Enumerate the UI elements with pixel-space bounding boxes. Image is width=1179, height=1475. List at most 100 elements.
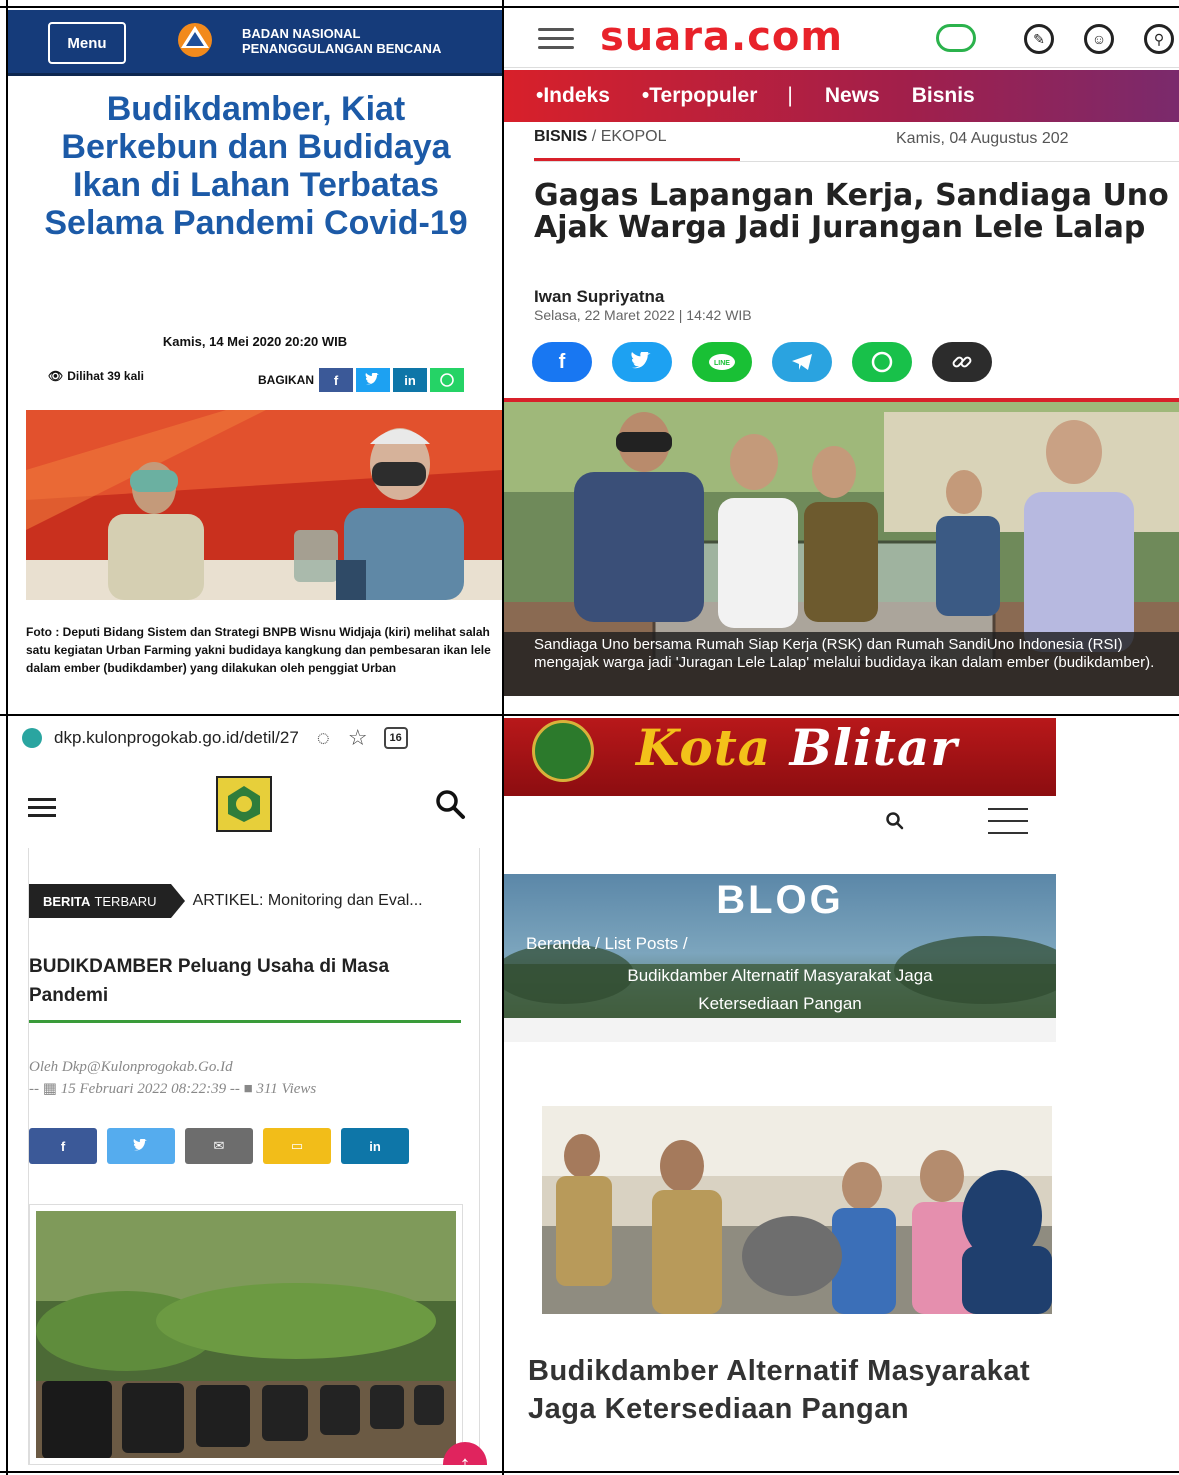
article-title: BUDIKDAMBER Peluang Usaha di Masa Pandem… [29,956,390,1006]
org-name-line2: PENANGGULANGAN BENCANA [242,41,442,56]
author-name[interactable]: Iwan Supriyatna [534,287,664,307]
kotablitar-article-panel: Kota Blitar BLOG Beranda / List Posts / … [504,718,1179,1465]
suara-topbar: suara.com ✎ ☺ ⚲ [504,10,1179,68]
meta-author: Oleh Dkp@Kulonprogokab.Go.Id [29,1059,233,1075]
site-logo[interactable]: suara.com [600,14,843,60]
share-bar: BAGIKAN f in [258,368,464,392]
article-title: Gagas Lapangan Kerja, Sandiaga Uno Ajak … [534,178,1169,245]
site-header [8,766,502,848]
nav-item-indeks[interactable]: •Indeks [536,84,610,108]
svg-text:LINE: LINE [714,360,730,367]
tab-count-badge[interactable]: 16 [383,727,408,749]
article-date: Kamis, 14 Mei 2020 20:20 WIB [162,334,348,349]
linkedin-share-button[interactable]: in [393,368,427,392]
facebook-icon[interactable]: f [532,342,592,382]
view-count-text: Dilihat 39 kali [67,369,144,383]
nav-item-bisnis[interactable]: Bisnis [912,84,975,108]
live-pill-icon[interactable] [936,24,976,52]
grid-line-left [6,0,8,1475]
nav-separator: | [787,84,793,107]
hamburger-menu-icon[interactable] [988,808,1028,836]
bnpb-article-panel: Menu BADAN NASIONAL PENANGGULANGAN BENCA… [8,10,502,712]
kulonprogo-article-panel: dkp.kulonprogokab.go.id/detil/27 ◌ ☆ 16 … [8,718,502,1465]
search-icon[interactable]: ⚲ [1144,24,1174,54]
twitter-icon[interactable] [612,342,672,382]
facebook-share-button[interactable]: f [29,1128,97,1164]
twitter-icon [133,1139,147,1151]
share-label: BAGIKAN [258,373,314,387]
telegram-icon[interactable] [772,342,832,382]
breadcrumb: BISNIS / EKOPOL [534,128,667,145]
grid-line-bottom [0,1471,1179,1473]
link-icon[interactable] [932,342,992,382]
calendar-icon: ▦ [42,1081,57,1097]
nav-item-news[interactable]: News [825,84,880,108]
user-icon[interactable]: ☺ [1084,24,1114,54]
breadcrumb[interactable]: Beranda / List Posts / [526,934,688,954]
whatsapp-share-button[interactable] [430,368,464,392]
ticker-headline[interactable]: ARTIKEL: Monitoring dan Eval... [193,892,423,910]
browser-address-bar[interactable]: dkp.kulonprogokab.go.id/detil/27 ◌ ☆ 16 [8,718,502,758]
article-photo [542,1106,1052,1314]
site-security-icon [22,728,42,748]
sms-share-button[interactable]: ▭ [263,1128,331,1164]
email-share-button[interactable]: ✉ [185,1128,253,1164]
twitter-icon [365,373,379,385]
breadcrumb-section[interactable]: BISNIS [534,128,587,145]
publish-date: Selasa, 22 Maret 2022 | 14:42 WIB [534,307,752,323]
reload-icon[interactable]: ◌ [317,725,330,751]
line-icon[interactable]: LINE [692,342,752,382]
org-name: BADAN NASIONAL PENANGGULANGAN BENCANA [242,26,441,56]
whatsapp-icon [440,373,454,387]
url-text[interactable]: dkp.kulonprogokab.go.id/detil/27 [54,728,299,748]
facebook-share-button[interactable]: f [319,368,353,392]
four-panel-collage: Menu BADAN NASIONAL PENANGGULANGAN BENCA… [0,0,1179,1475]
hamburger-menu-icon[interactable] [538,28,574,50]
section-spacer [504,1018,1056,1042]
hero-title: BLOG [716,878,844,922]
toolbar [504,796,1056,850]
page-hero: BLOG Beranda / List Posts / Budikdamber … [504,874,1056,1018]
bnpb-logo-icon [178,23,212,68]
site-name[interactable]: Kota Blitar [636,718,958,777]
site-logo[interactable] [216,776,272,832]
divider [534,161,1179,162]
document-icon: ■ [243,1081,253,1097]
linkedin-share-button[interactable]: in [341,1128,409,1164]
twitter-share-button[interactable] [107,1128,175,1164]
org-name-line1: BADAN NASIONAL [242,26,361,41]
eye-icon: 👁 [48,369,64,383]
article-photo [29,1204,463,1465]
search-icon[interactable] [884,810,906,832]
meta-views: 311 Views [256,1081,317,1097]
nav-item-terpopuler[interactable]: •Terpopuler [642,84,757,108]
article-photo [26,410,502,600]
ticker-badge-bold: BERITA [43,893,91,909]
hamburger-menu-icon[interactable] [28,798,56,818]
bookmark-star-icon[interactable]: ☆ [348,725,368,751]
category-nav: •Indeks •Terpopuler | News Bisnis [504,70,1179,122]
article-title: Budikdamber, Kiat Berkebun dan Budidaya … [44,90,468,242]
breadcrumb-subsection[interactable]: EKOPOL [601,128,667,145]
site-name-part2: Blitar [789,718,958,777]
article-title: Budikdamber Alternatif Masyarakat Jaga K… [528,1355,1031,1425]
ticker-badge-rest: TERBARU [94,893,157,909]
article-meta: Oleh Dkp@Kulonprogokab.Go.Id -- ▦ 15 Feb… [29,1056,316,1100]
search-icon[interactable] [432,786,468,822]
share-bar: f ✉ ▭ in [29,1128,409,1164]
suara-article-panel: suara.com ✎ ☺ ⚲ •Indeks •Terpopuler | Ne… [504,10,1179,712]
grid-line-top [0,6,1179,8]
emblem-icon [228,786,260,822]
photo-caption: Sandiaga Uno bersama Rumah Siap Kerja (R… [504,632,1179,696]
edit-icon[interactable]: ✎ [1024,24,1054,54]
meta-date: 15 Februari 2022 08:22:39 [60,1081,227,1097]
city-emblem-icon [532,720,594,782]
article-body: BERITA TERBARU ARTIKEL: Monitoring dan E… [28,848,487,1465]
grid-line-horizontal [0,714,1179,716]
share-bar: f LINE [532,342,992,382]
site-banner: Kota Blitar [504,718,1056,796]
menu-button[interactable]: Menu [48,22,126,64]
view-count: 👁 Dilihat 39 kali [48,369,144,383]
twitter-share-button[interactable] [356,368,390,392]
whatsapp-icon[interactable] [852,342,912,382]
